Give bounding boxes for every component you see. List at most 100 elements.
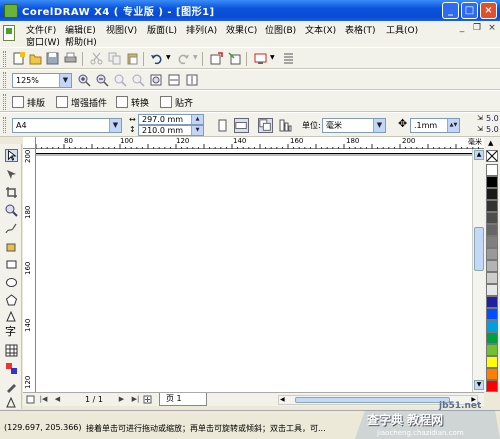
scroll-left-icon[interactable]: ◀ bbox=[280, 396, 285, 403]
pick-tool-icon[interactable] bbox=[5, 149, 18, 162]
color-swatch[interactable] bbox=[486, 284, 498, 296]
zoom-page-height-icon[interactable] bbox=[186, 74, 199, 87]
mdi-minimize-button[interactable]: _ bbox=[456, 23, 468, 34]
save-icon[interactable] bbox=[46, 52, 59, 65]
ruler-origin[interactable] bbox=[23, 137, 36, 149]
menu-bitmaps[interactable]: 位图(B) bbox=[265, 23, 296, 36]
mdi-restore-button[interactable]: ❐ bbox=[471, 23, 483, 34]
spinner-icon[interactable]: ▲▼ bbox=[447, 119, 459, 132]
color-swatch[interactable] bbox=[486, 164, 498, 176]
scroll-up-icon[interactable]: ▲ bbox=[474, 150, 484, 160]
menu-layout[interactable]: 版面(L) bbox=[147, 23, 177, 36]
redo-dropdown-icon[interactable]: ▼ bbox=[193, 54, 198, 61]
open-folder-icon[interactable] bbox=[29, 52, 42, 65]
minimize-button[interactable]: _ bbox=[442, 2, 459, 19]
paper-size-select[interactable]: A4 ▼ bbox=[12, 118, 122, 133]
outline-tool-icon[interactable] bbox=[5, 396, 18, 409]
color-swatch[interactable] bbox=[486, 356, 498, 368]
color-swatch[interactable] bbox=[486, 332, 498, 344]
spinner-icon[interactable]: ▲ bbox=[191, 115, 203, 124]
page-tab[interactable]: 页 1 bbox=[159, 393, 207, 406]
color-swatch[interactable] bbox=[486, 320, 498, 332]
launcher-dropdown-icon[interactable]: ▼ bbox=[270, 54, 275, 61]
menu-arrange[interactable]: 排列(A) bbox=[186, 23, 217, 36]
eyedropper-tool-icon[interactable] bbox=[5, 380, 18, 393]
crop-tool-icon[interactable] bbox=[5, 186, 18, 199]
add-page-icon[interactable] bbox=[143, 395, 152, 404]
page-height-input[interactable]: 210.0 mm ▼ bbox=[138, 125, 204, 136]
vertical-ruler[interactable]: 200 180 160 140 120 bbox=[23, 149, 36, 392]
layout-plugin-button[interactable]: 排版 bbox=[12, 94, 45, 110]
color-swatch[interactable] bbox=[486, 368, 498, 380]
first-page-icon[interactable]: |◀ bbox=[39, 395, 48, 404]
no-fill-swatch[interactable] bbox=[486, 150, 498, 162]
zoom-in-icon[interactable] bbox=[78, 74, 91, 87]
palette-scroll-up-icon[interactable]: ▲ bbox=[488, 139, 493, 147]
zoom-all-objects-icon[interactable] bbox=[132, 74, 145, 87]
undo-dropdown-icon[interactable]: ▼ bbox=[166, 54, 171, 61]
menu-table[interactable]: 表格(T) bbox=[345, 23, 376, 36]
enhance-plugin-button[interactable]: 增强插件 bbox=[56, 94, 107, 110]
color-swatch[interactable] bbox=[486, 308, 498, 320]
interactive-blend-tool-icon[interactable] bbox=[5, 362, 18, 375]
color-swatch[interactable] bbox=[486, 224, 498, 236]
print-icon[interactable] bbox=[64, 52, 77, 65]
scrollbar-thumb[interactable] bbox=[474, 227, 484, 271]
duplicate-distance-x[interactable]: 5.0 bbox=[486, 114, 499, 123]
toolbar-grip[interactable] bbox=[3, 51, 6, 67]
menu-text[interactable]: 文本(X) bbox=[305, 23, 336, 36]
last-page-icon[interactable]: ▶| bbox=[131, 395, 140, 404]
color-swatch[interactable] bbox=[486, 260, 498, 272]
redo-icon[interactable] bbox=[177, 52, 190, 65]
cut-icon[interactable] bbox=[90, 52, 103, 65]
import-icon[interactable] bbox=[210, 52, 223, 65]
shape-tool-icon[interactable] bbox=[5, 168, 18, 181]
nudge-distance-input[interactable]: .1mm ▲▼ bbox=[410, 118, 460, 133]
application-launcher-icon[interactable] bbox=[254, 52, 267, 65]
zoom-tool-icon[interactable] bbox=[5, 204, 18, 217]
color-swatch[interactable] bbox=[486, 296, 498, 308]
copy-icon[interactable] bbox=[108, 52, 121, 65]
menu-view[interactable]: 视图(V) bbox=[106, 23, 137, 36]
coreldraw-app-icon[interactable] bbox=[4, 3, 18, 18]
menu-tools[interactable]: 工具(O) bbox=[386, 23, 418, 36]
toolbar-grip[interactable] bbox=[3, 72, 6, 88]
color-swatch[interactable] bbox=[486, 248, 498, 260]
spinner-icon[interactable]: ▼ bbox=[191, 126, 203, 135]
zoom-level-select[interactable]: 125% ▼ bbox=[12, 73, 72, 88]
color-swatch[interactable] bbox=[486, 176, 498, 188]
color-swatch[interactable] bbox=[486, 272, 498, 284]
all-pages-icon[interactable] bbox=[258, 118, 273, 133]
duplicate-distance-y[interactable]: 5.0 bbox=[486, 125, 499, 134]
unit-select[interactable]: 毫米 ▼ bbox=[322, 118, 386, 133]
portrait-icon[interactable] bbox=[216, 119, 229, 132]
color-swatch[interactable] bbox=[486, 236, 498, 248]
page-width-input[interactable]: 297.0 mm ▲ bbox=[138, 114, 204, 125]
next-page-icon[interactable]: ▶ bbox=[117, 395, 126, 404]
previous-page-icon[interactable]: ◀ bbox=[53, 395, 62, 404]
document-navigator-icon[interactable] bbox=[26, 395, 35, 404]
color-swatch[interactable] bbox=[486, 380, 498, 392]
scroll-down-icon[interactable]: ▼ bbox=[474, 380, 484, 390]
freehand-tool-icon[interactable] bbox=[5, 222, 18, 235]
current-page-icon[interactable] bbox=[279, 119, 292, 132]
text-tool-icon[interactable]: 字 bbox=[5, 325, 18, 338]
landscape-icon[interactable] bbox=[234, 118, 249, 133]
new-file-icon[interactable] bbox=[12, 52, 25, 65]
zoom-page-width-icon[interactable] bbox=[168, 74, 181, 87]
smart-fill-tool-icon[interactable] bbox=[5, 240, 18, 253]
ellipse-tool-icon[interactable] bbox=[5, 276, 18, 289]
toolbar-grip[interactable] bbox=[3, 94, 6, 110]
polygon-tool-icon[interactable] bbox=[5, 294, 18, 307]
mdi-close-button[interactable]: × bbox=[486, 23, 498, 34]
document-icon[interactable] bbox=[3, 25, 15, 41]
zoom-selected-icon[interactable] bbox=[114, 74, 127, 87]
zoom-out-icon[interactable] bbox=[96, 74, 109, 87]
color-swatch[interactable] bbox=[486, 212, 498, 224]
vertical-scrollbar[interactable]: ▲ ▼ bbox=[472, 149, 484, 392]
export-icon[interactable] bbox=[228, 52, 241, 65]
table-tool-icon[interactable] bbox=[5, 344, 18, 357]
rectangle-tool-icon[interactable] bbox=[5, 258, 18, 271]
color-swatch[interactable] bbox=[486, 200, 498, 212]
drawing-canvas[interactable] bbox=[36, 149, 472, 392]
